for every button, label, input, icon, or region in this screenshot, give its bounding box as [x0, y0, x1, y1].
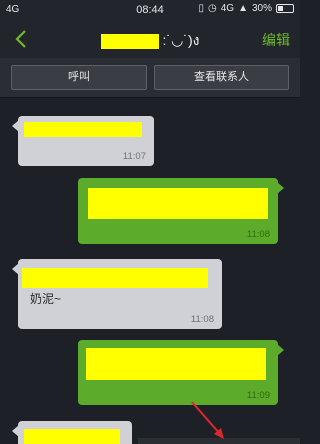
title-bar: :˙◡˙)ง 编辑 [0, 20, 300, 58]
message-time: 11:09 [246, 390, 270, 401]
battery-percent: 30% [251, 3, 272, 14]
annotation-arrow-icon [191, 401, 224, 439]
outgoing-message[interactable]: 11:08 [78, 178, 284, 244]
status-icons: ▯ ◷ 4G ▲ 30% [198, 3, 294, 14]
network-label: 4G [220, 3, 235, 14]
redacted-text [86, 348, 266, 380]
bubble-tail [277, 344, 284, 356]
battery-icon [276, 4, 294, 13]
outgoing-message[interactable]: 11:09 [78, 340, 284, 405]
message-time: 11:08 [246, 229, 270, 240]
vibrate-icon: ▯ [198, 3, 204, 14]
bubble-tail [12, 120, 19, 132]
message-time: 11:07 [122, 151, 146, 162]
call-button[interactable]: 呼叫 [11, 65, 147, 90]
action-bar: 呼叫 查看联系人 [0, 58, 300, 98]
conversation-title: :˙◡˙)ง [0, 30, 300, 52]
contact-name-suffix: :˙◡˙)ง [162, 32, 200, 48]
message-text-fragment: 奶泥~ [30, 292, 62, 306]
edit-button[interactable]: 编辑 [262, 30, 290, 50]
message-time: 11:08 [190, 314, 214, 325]
signal-bars-icon: ▲ [238, 3, 248, 14]
incoming-message[interactable]: 奶泥~ 11:08 [12, 259, 222, 329]
bubble-tail [12, 425, 19, 437]
status-bar: 4G 08:44 ▯ ◷ 4G ▲ 30% [0, 0, 300, 20]
redacted-text [24, 429, 120, 444]
incoming-message[interactable]: 11:07 [12, 116, 154, 166]
redacted-text [24, 122, 142, 137]
redacted-text [88, 188, 268, 219]
incoming-message[interactable] [12, 421, 132, 444]
bubble-tail [277, 182, 284, 194]
redacted-text [22, 268, 208, 288]
redacted-contact-name [100, 33, 159, 49]
view-contact-button[interactable]: 查看联系人 [154, 65, 289, 90]
bubble-tail [12, 263, 19, 275]
alarm-icon: ◷ [208, 3, 217, 14]
